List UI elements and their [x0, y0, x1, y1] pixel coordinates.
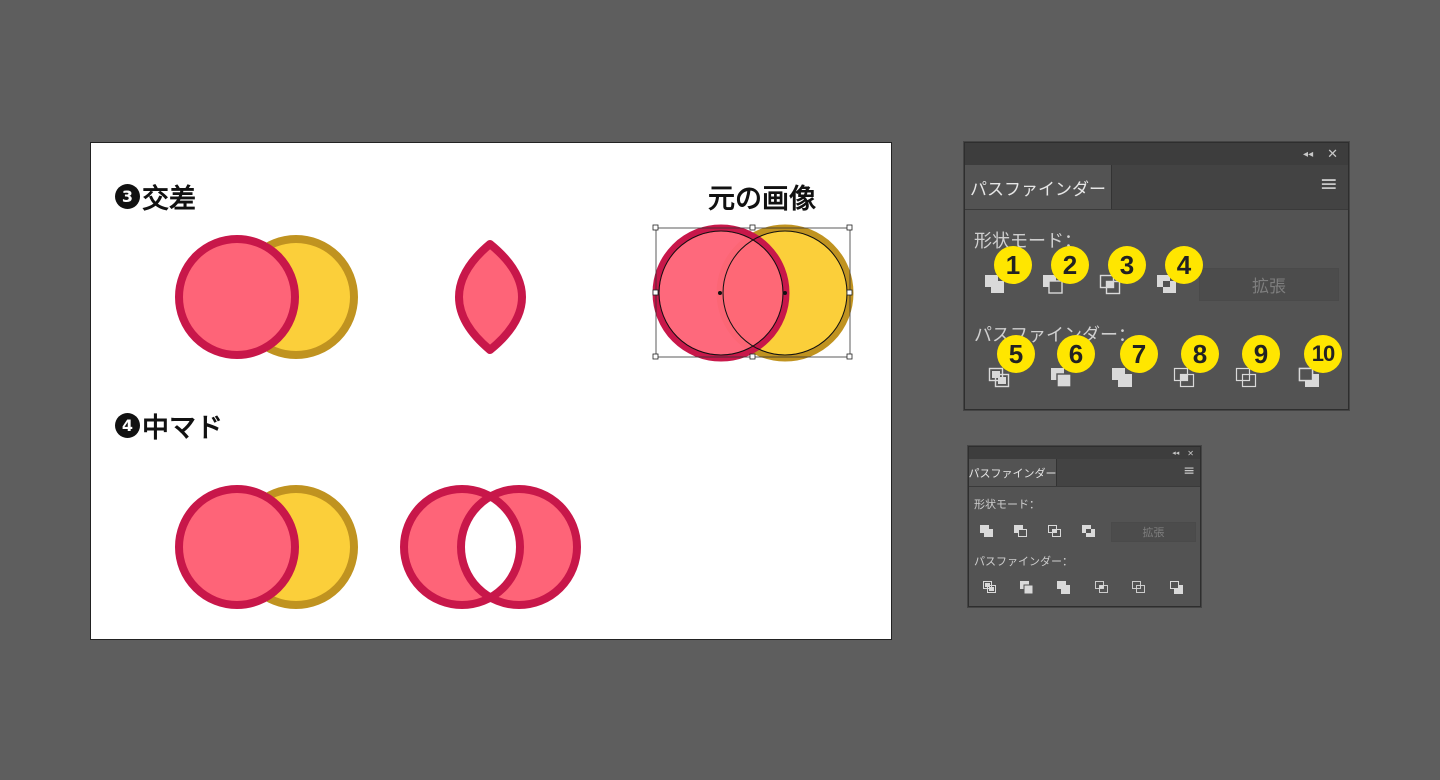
- expand-button[interactable]: 拡張: [1199, 268, 1339, 301]
- double-chevron-left-icon[interactable]: ◂◂: [1303, 149, 1313, 160]
- marker-8: 8: [1181, 335, 1219, 373]
- marker-1: 1: [994, 246, 1032, 284]
- trim-button[interactable]: [1014, 576, 1040, 600]
- minus-back-before-shapes[interactable]: [175, 485, 358, 609]
- panel-tab-row: パスファインダー ≡: [965, 165, 1348, 210]
- tab-pathfinder[interactable]: パスファインダー: [969, 459, 1057, 486]
- unite-button[interactable]: [974, 519, 1000, 543]
- marker-9: 9: [1242, 335, 1280, 373]
- crop-icon: [1095, 581, 1108, 593]
- divide-icon: [983, 581, 996, 593]
- double-chevron-left-icon[interactable]: ◂◂: [1172, 449, 1179, 457]
- exclude-icon: [1082, 525, 1095, 537]
- panel-tab-row: パスファインダー ≡: [969, 459, 1200, 487]
- original-selected-shapes[interactable]: [652, 224, 854, 362]
- pathfinders-label: パスファインダー：: [974, 325, 1136, 346]
- marker-2: 2: [1051, 246, 1089, 284]
- panel-titlebar[interactable]: ◂◂ ✕: [969, 447, 1200, 459]
- minus-front-icon: [1014, 525, 1027, 537]
- artwork-canvas: [175, 224, 854, 609]
- outline-icon: [1132, 581, 1145, 593]
- red-circle: [175, 485, 299, 609]
- minus-front-button[interactable]: [1008, 519, 1034, 543]
- merge-icon: [1057, 581, 1070, 594]
- intersect-result-shape[interactable]: [455, 240, 526, 354]
- red-circle: [175, 235, 299, 359]
- minus-back-button[interactable]: [1164, 576, 1190, 600]
- marker-7: 7: [1120, 335, 1158, 373]
- tab-pathfinder[interactable]: パスファインダー: [965, 165, 1112, 209]
- minus-back-icon: [1170, 581, 1183, 594]
- shape-modes-label: 形状モード：: [974, 498, 1040, 511]
- close-icon[interactable]: ✕: [1187, 449, 1194, 458]
- intersect-button[interactable]: [1042, 519, 1068, 543]
- marker-4: 4: [1165, 246, 1203, 284]
- trim-icon: [1020, 581, 1034, 595]
- panel-menu-icon[interactable]: ≡: [1183, 464, 1195, 478]
- crop-button[interactable]: [1089, 576, 1115, 600]
- marker-10: 10: [1304, 335, 1342, 373]
- expand-button[interactable]: 拡張: [1111, 522, 1196, 542]
- close-icon[interactable]: ✕: [1327, 147, 1338, 162]
- artboard: 3 交差 元の画像 4 中マド: [90, 142, 892, 640]
- unite-icon: [980, 525, 993, 537]
- exclude-button[interactable]: [1076, 519, 1102, 543]
- pathfinders-label: パスファインダー：: [974, 555, 1073, 568]
- panel-titlebar[interactable]: ◂◂ ✕: [965, 143, 1348, 165]
- intersect-icon: [1048, 525, 1061, 537]
- divide-button[interactable]: [977, 576, 1003, 600]
- minus-back-result-shapes[interactable]: [400, 485, 581, 609]
- marker-5: 5: [997, 335, 1035, 373]
- panel-menu-icon[interactable]: ≡: [1320, 174, 1338, 196]
- marker-3: 3: [1108, 246, 1146, 284]
- merge-button[interactable]: [1051, 576, 1077, 600]
- pathfinder-panel-small: ◂◂ ✕ パスファインダー ≡ 形状モード： 拡張 パスファインダー：: [968, 446, 1201, 607]
- outline-button[interactable]: [1126, 576, 1152, 600]
- intersect-before-shapes[interactable]: [175, 235, 358, 359]
- marker-6: 6: [1057, 335, 1095, 373]
